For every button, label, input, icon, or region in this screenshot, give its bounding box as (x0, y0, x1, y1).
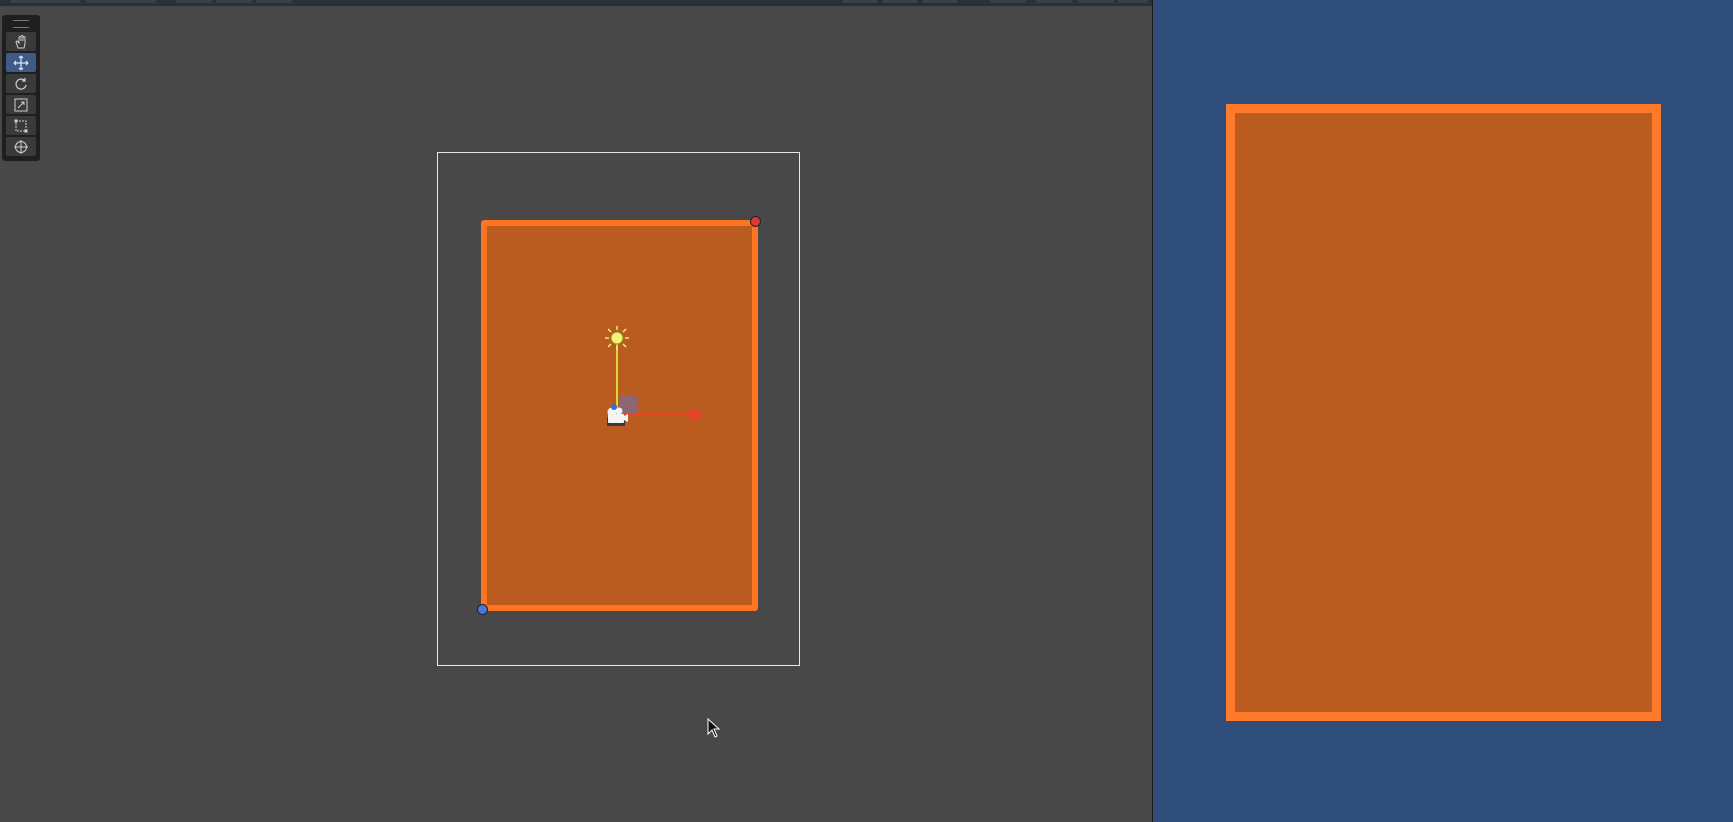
toolbar-button[interactable] (882, 0, 918, 3)
rect-tool-button[interactable] (6, 116, 36, 135)
transform-tool-button[interactable] (6, 137, 36, 156)
game-sprite-object (1226, 104, 1661, 721)
toolbar-button[interactable] (922, 0, 958, 3)
scale-tool-button[interactable] (6, 95, 36, 114)
rotate-tool-button[interactable] (6, 74, 36, 93)
game-view[interactable] (1152, 0, 1733, 822)
toolbar-button[interactable] (1078, 0, 1114, 3)
x-axis-arrow-icon[interactable] (690, 409, 707, 421)
sun-icon (605, 326, 629, 350)
toolbar-button[interactable] (176, 0, 212, 3)
toolbar-button[interactable] (10, 0, 80, 3)
rect-handle-bottom-left[interactable] (477, 604, 488, 615)
rect-transform-icon (14, 119, 28, 132)
toolbar-button[interactable] (86, 0, 156, 3)
toolbar-button[interactable] (1118, 0, 1148, 3)
move-tool-button[interactable] (6, 53, 36, 72)
toolbar-button[interactable] (256, 0, 292, 3)
toolbar-button[interactable] (216, 0, 252, 3)
unity-editor (0, 0, 1733, 822)
rotate-icon (15, 77, 27, 90)
drag-grip-icon[interactable] (13, 20, 29, 28)
transform-icon (14, 139, 28, 154)
mouse-cursor-icon (707, 718, 721, 738)
scale-icon (14, 98, 28, 111)
move-icon (13, 55, 29, 70)
toolbar-button[interactable] (1036, 0, 1072, 3)
move-gizmo[interactable] (590, 320, 720, 435)
tool-palette (2, 15, 40, 161)
hand-tool-button[interactable] (6, 32, 36, 51)
rect-handle-top-right[interactable] (750, 216, 761, 227)
toolbar-button[interactable] (842, 0, 878, 3)
hand-icon (15, 34, 26, 48)
toolbar-button[interactable] (990, 0, 1026, 3)
